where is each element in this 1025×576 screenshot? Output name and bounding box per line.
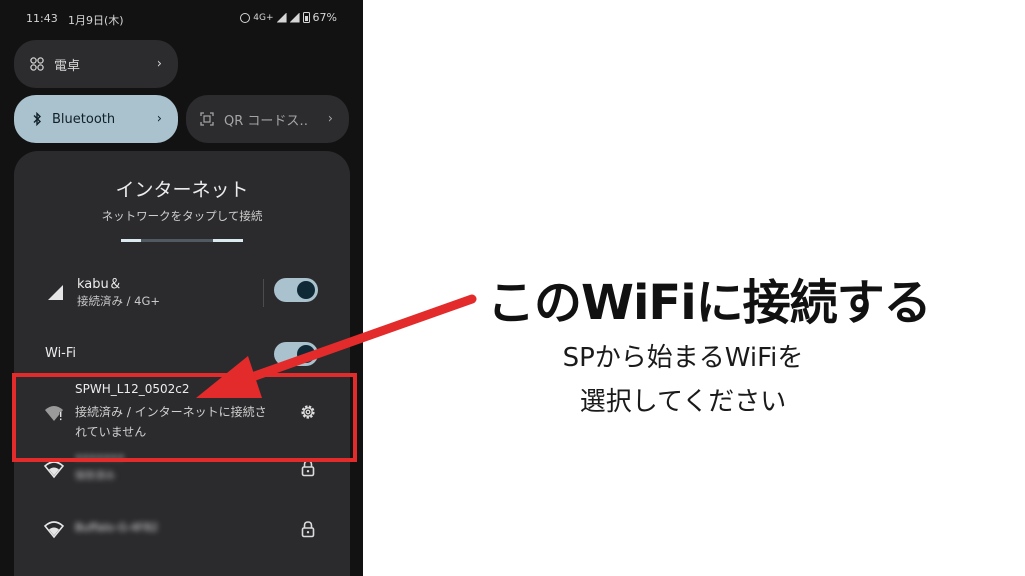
chevron-right-icon: › (156, 56, 162, 72)
annotation-line-1: SPから始まるWiFiを (562, 343, 804, 373)
phone-screenshot: 11:43 1月9日(木) 4G+ 67% 電卓 › Bluetooth › Q… (0, 0, 363, 576)
status-date: 1月9日(木) (68, 14, 124, 27)
cell-signal-icon (48, 285, 63, 300)
panel-subtitle: ネットワークをタップして接続 (101, 209, 263, 223)
tile-bluetooth-label: Bluetooth (52, 111, 116, 127)
alarm-icon (240, 12, 251, 23)
chevron-right-icon: › (327, 111, 333, 127)
tile-calculator[interactable]: 電卓 › (14, 40, 178, 88)
battery-icon (302, 12, 310, 23)
status-bar: 11:43 1月9日(木) 4G+ 67% (0, 0, 363, 38)
lock-icon (301, 521, 315, 538)
annotation-line-2-wrap: 選択してください (473, 381, 893, 418)
network-status: 保存済み (75, 471, 115, 482)
chevron-right-icon: › (156, 111, 162, 127)
annotation-heading: このWiFiに接続する (487, 275, 932, 331)
annotation-line-1-wrap: SPから始まるWiFiを (0, 337, 1025, 374)
network-type: 4G+ (253, 12, 274, 23)
bluetooth-icon (33, 112, 41, 126)
wifi-icon (44, 461, 64, 479)
tile-qr-label: QR コードス‥ (224, 113, 309, 129)
annotation-line-2: 選択してください (579, 387, 787, 417)
mobile-network-status: 接続済み / 4G+ (77, 294, 161, 308)
tile-qr-scanner[interactable]: QR コードス‥ › (186, 95, 349, 143)
highlight-box (12, 373, 357, 462)
signal-icon-2 (289, 12, 300, 23)
toggle-knob (297, 281, 315, 299)
progress-segment-2 (213, 239, 243, 242)
battery-percent: 67% (312, 11, 337, 24)
scan-progress-bar (121, 239, 243, 242)
qr-scan-icon (200, 112, 214, 126)
calculator-icon (30, 57, 44, 71)
panel-title: インターネット (115, 179, 249, 201)
status-icons: 4G+ 67% (240, 11, 337, 24)
network-name: Buffalo-G-4F82 (75, 521, 159, 534)
tile-bluetooth[interactable]: Bluetooth › (14, 95, 178, 143)
mobile-data-toggle[interactable] (274, 278, 318, 302)
signal-icon (276, 12, 287, 23)
tile-calculator-label: 電卓 (54, 58, 81, 74)
network-row-buffalo[interactable]: Buffalo-G-4F82 (14, 513, 350, 545)
wifi-icon (44, 521, 64, 539)
divider (263, 279, 264, 307)
progress-segment (121, 239, 141, 242)
status-time: 11:43 (26, 12, 58, 25)
mobile-network-name: kabu＆ (77, 277, 122, 292)
